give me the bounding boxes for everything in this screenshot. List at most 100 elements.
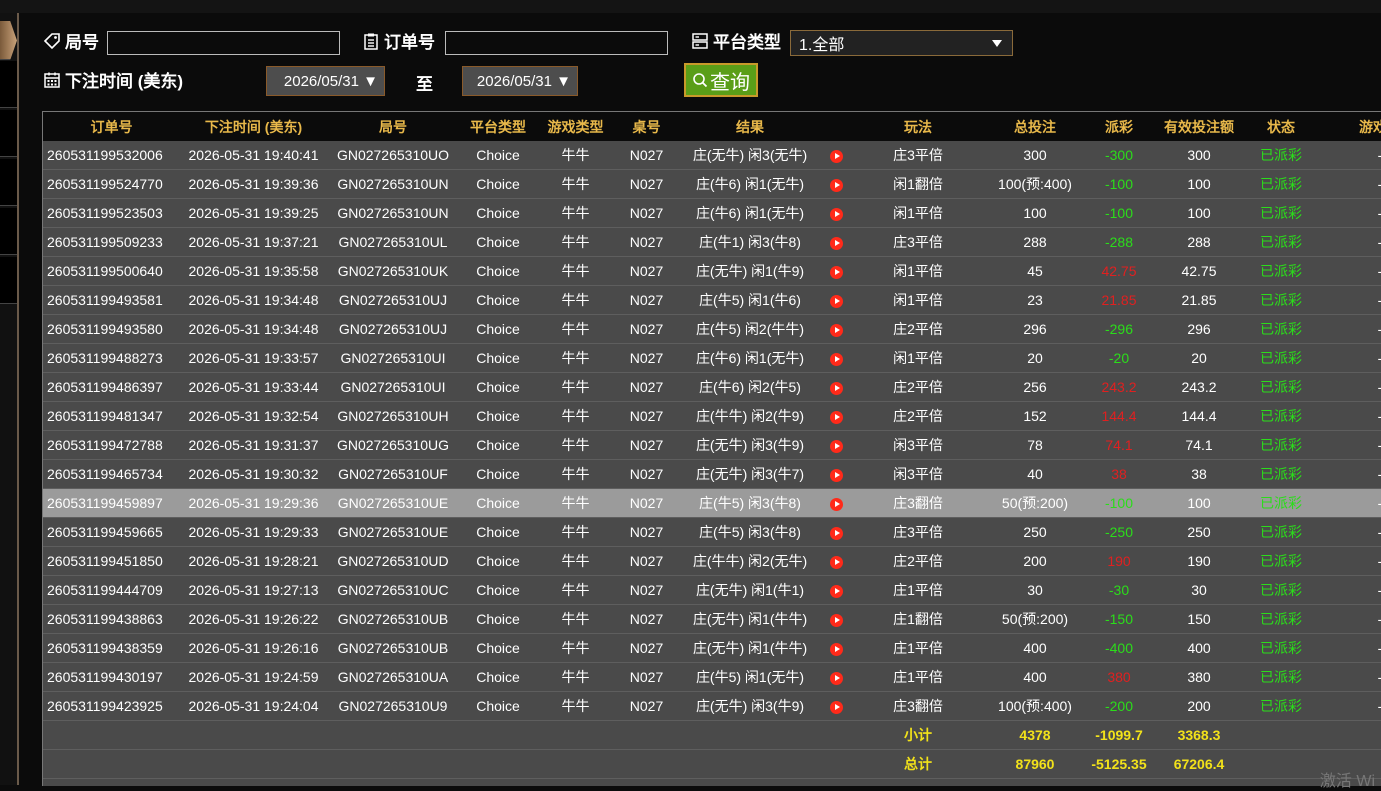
- table-row[interactable]: 260531199459665 2026-05-31 19:29:33 GN0272…: [43, 517, 1381, 547]
- valid-cell: 42.75: [1153, 256, 1245, 286]
- mode-cell: -: [1317, 343, 1381, 373]
- table-row[interactable]: 260531199509233 2026-05-31 19:37:21 GN0272…: [43, 227, 1381, 257]
- play-video-icon[interactable]: [829, 555, 843, 569]
- replay-cell: [821, 459, 851, 489]
- table-row[interactable]: 260531199486397 2026-05-31 19:33:44 GN0272…: [43, 372, 1381, 402]
- table-row[interactable]: 260531199493580 2026-05-31 19:34:48 GN0272…: [43, 314, 1381, 344]
- play-video-icon[interactable]: [829, 671, 843, 685]
- play-video-icon[interactable]: [829, 700, 843, 714]
- result-cell: 庄(无牛) 闲1(牛1): [679, 575, 821, 605]
- query-button[interactable]: 查询: [684, 63, 758, 97]
- platform-cell: Choice: [459, 227, 537, 257]
- valid-cell: 38: [1153, 459, 1245, 489]
- platform-cell: Choice: [459, 198, 537, 228]
- table-row[interactable]: 260531199532006 2026-05-31 19:40:41 GN0272…: [43, 141, 1381, 170]
- play-cell: 闲1平倍: [851, 343, 985, 373]
- table-row[interactable]: 260531199472788 2026-05-31 19:31:37 GN0272…: [43, 430, 1381, 460]
- play-video-icon[interactable]: [829, 265, 843, 279]
- nav-tab[interactable]: [0, 159, 17, 206]
- status-cell: 已派彩: [1245, 575, 1317, 605]
- play-video-icon[interactable]: [829, 352, 843, 366]
- play-cell: 庄2平倍: [851, 401, 985, 431]
- order-no-input[interactable]: [445, 31, 668, 55]
- status-cell: 已派彩: [1245, 662, 1317, 692]
- total-row-cell: 总计: [851, 749, 985, 779]
- nav-tab[interactable]: [0, 257, 17, 304]
- nav-tab[interactable]: [0, 110, 17, 157]
- table-row[interactable]: 260531199481347 2026-05-31 19:32:54 GN0272…: [43, 401, 1381, 431]
- type-cell: 牛牛: [537, 633, 614, 663]
- platform-cell: Choice: [459, 517, 537, 547]
- total-row: 总计 87960 -5125.35 67206.4: [43, 749, 1381, 779]
- total-row-cell: [537, 749, 614, 779]
- subtotal-row-cell: [1317, 720, 1381, 750]
- replay-cell: [821, 372, 851, 402]
- replay-cell: [821, 401, 851, 431]
- play-video-icon[interactable]: [829, 178, 843, 192]
- nav-tab-active[interactable]: [0, 21, 17, 60]
- play-video-icon[interactable]: [829, 294, 843, 308]
- time-cell: 2026-05-31 19:39:36: [180, 169, 327, 199]
- calendar-icon: [44, 72, 60, 88]
- time-label: 下注时间 (美东): [43, 67, 183, 92]
- start-date-select[interactable]: 2026/05/31 ▼: [266, 66, 385, 96]
- play-video-icon[interactable]: [829, 323, 843, 337]
- table-row[interactable]: 260531199523503 2026-05-31 19:39:25 GN0272…: [43, 198, 1381, 228]
- mode-cell: -: [1317, 691, 1381, 721]
- status-cell: 已派彩: [1245, 314, 1317, 344]
- table-row[interactable]: 260531199465734 2026-05-31 19:30:32 GN0272…: [43, 459, 1381, 489]
- table-row[interactable]: 260531199524770 2026-05-31 19:39:36 GN0272…: [43, 169, 1381, 199]
- platform-cell: Choice: [459, 488, 537, 518]
- total-row-cell: [327, 749, 459, 779]
- chevron-down-icon: [992, 40, 1002, 47]
- play-video-icon[interactable]: [829, 468, 843, 482]
- time-cell: 2026-05-31 19:29:33: [180, 517, 327, 547]
- play-video-icon[interactable]: [829, 584, 843, 598]
- column-header: 玩法: [851, 112, 985, 141]
- bet-cell: 296: [985, 314, 1085, 344]
- order-cell: 260531199523503: [43, 198, 180, 228]
- payout-value: 21.85: [1101, 292, 1137, 308]
- payout-value: -100: [1104, 205, 1134, 221]
- play-video-icon[interactable]: [829, 207, 843, 221]
- play-video-icon[interactable]: [829, 381, 843, 395]
- column-header: 游戏类型: [537, 112, 614, 141]
- play-cell: 庄2平倍: [851, 314, 985, 344]
- replay-cell: [821, 198, 851, 228]
- valid-cell: 20: [1153, 343, 1245, 373]
- replay-cell: [821, 141, 851, 170]
- play-video-icon[interactable]: [829, 613, 843, 627]
- table-row[interactable]: 260531199430197 2026-05-31 19:24:59 GN0272…: [43, 662, 1381, 692]
- play-video-icon[interactable]: [829, 236, 843, 250]
- table-row[interactable]: 260531199438863 2026-05-31 19:26:22 GN0272…: [43, 604, 1381, 634]
- play-video-icon[interactable]: [829, 526, 843, 540]
- time-cell: 2026-05-31 19:24:04: [180, 691, 327, 721]
- top-bar: [0, 0, 1381, 14]
- play-video-icon[interactable]: [829, 439, 843, 453]
- play-video-icon[interactable]: [829, 149, 843, 163]
- to-label: 至: [416, 75, 433, 94]
- table-cell: N027: [614, 372, 679, 402]
- nav-tab[interactable]: [0, 61, 17, 108]
- time-cell: 2026-05-31 19:32:54: [180, 401, 327, 431]
- table-row[interactable]: 260531199488273 2026-05-31 19:33:57 GN0272…: [43, 343, 1381, 373]
- table-row[interactable]: 260531199444709 2026-05-31 19:27:13 GN0272…: [43, 575, 1381, 605]
- total-row-cell: [43, 749, 180, 779]
- play-video-icon[interactable]: [829, 642, 843, 656]
- valid-cell: 300: [1153, 141, 1245, 170]
- type-cell: 牛牛: [537, 198, 614, 228]
- subtotal-row-cell: 小计: [851, 720, 985, 750]
- play-video-icon[interactable]: [829, 497, 843, 511]
- table-row[interactable]: 260531199438359 2026-05-31 19:26:16 GN0272…: [43, 633, 1381, 663]
- table-row[interactable]: 260531199423925 2026-05-31 19:24:04 GN0272…: [43, 691, 1381, 721]
- game-no-input[interactable]: [107, 31, 340, 55]
- table-row[interactable]: 260531199493581 2026-05-31 19:34:48 GN0272…: [43, 285, 1381, 315]
- play-video-icon[interactable]: [829, 410, 843, 424]
- table-row[interactable]: 260531199459897 2026-05-31 19:29:36 GN0272…: [43, 488, 1381, 518]
- valid-cell: 250: [1153, 517, 1245, 547]
- nav-tab[interactable]: [0, 208, 17, 255]
- table-row[interactable]: 260531199451850 2026-05-31 19:28:21 GN0272…: [43, 546, 1381, 576]
- end-date-select[interactable]: 2026/05/31 ▼: [462, 66, 578, 96]
- platform-select[interactable]: 1.全部: [790, 30, 1013, 56]
- table-row[interactable]: 260531199500640 2026-05-31 19:35:58 GN0272…: [43, 256, 1381, 286]
